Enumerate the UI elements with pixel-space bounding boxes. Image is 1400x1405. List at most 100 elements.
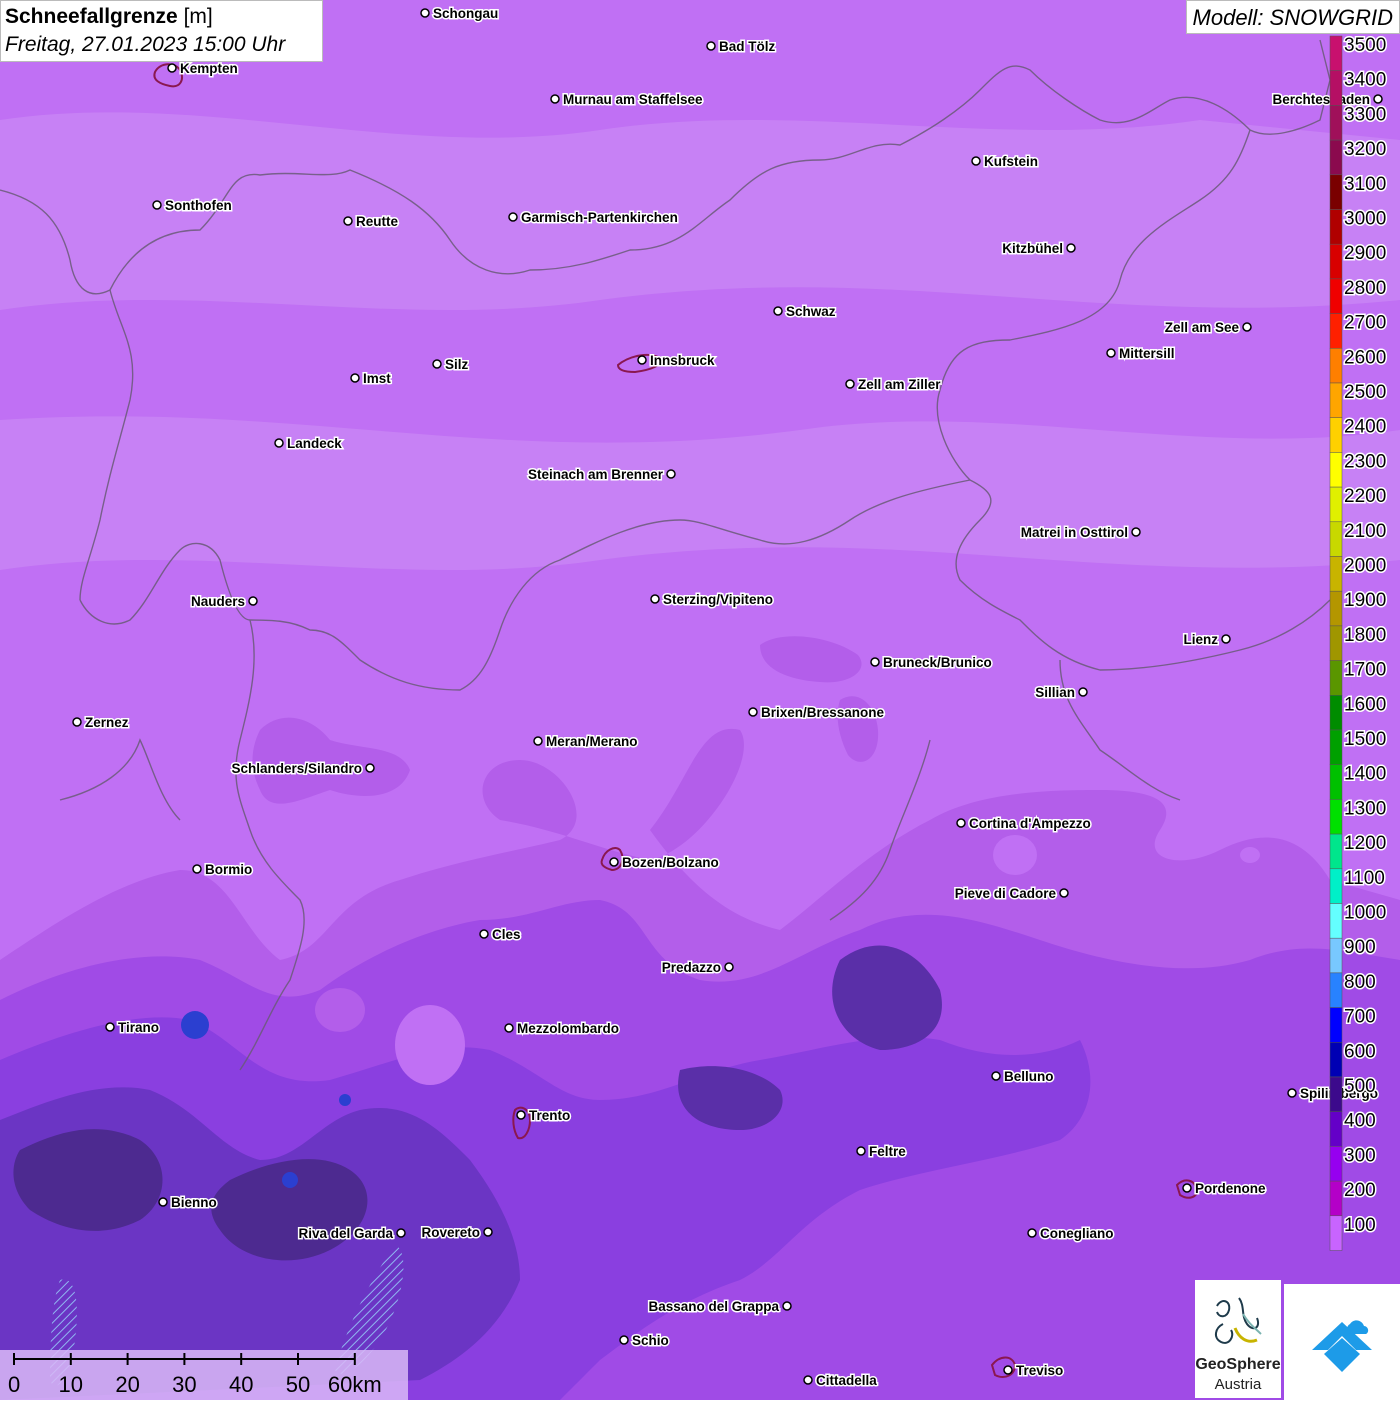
city-dot <box>650 594 660 604</box>
city-garmisch-partenkirchen: Garmisch-Partenkirchen <box>508 209 679 227</box>
city-dot <box>192 864 202 874</box>
legend-swatch-2800 <box>1329 278 1343 314</box>
city-schongau: Schongau <box>420 5 500 23</box>
city-dot <box>508 212 518 222</box>
city-dot <box>856 1146 866 1156</box>
map-datetime: Freitag, 27.01.2023 15:00 Uhr <box>5 33 286 56</box>
scale-label: 60km <box>328 1372 382 1397</box>
city-label: Mezzolombardo <box>517 1021 619 1036</box>
city-label: Schongau <box>433 6 498 21</box>
legend-label-1400: 1400 <box>1344 764 1386 785</box>
legend-label-2800: 2800 <box>1344 278 1386 299</box>
legend-swatch-400 <box>1329 1111 1343 1147</box>
geosphere-line2: Austria <box>1214 1376 1262 1393</box>
legend-swatch-2600 <box>1329 348 1343 384</box>
city-dot <box>1242 322 1252 332</box>
legend-label-2600: 2600 <box>1344 347 1386 368</box>
legend-label-1000: 1000 <box>1344 903 1386 924</box>
legend-swatch-1200 <box>1329 833 1343 870</box>
legend-label-1900: 1900 <box>1344 590 1386 611</box>
city-label: Zell am See <box>1165 320 1240 335</box>
legend-label-3500: 3500 <box>1344 35 1386 56</box>
city-label: Bienno <box>171 1195 217 1210</box>
legend-swatch-3500 <box>1329 35 1343 71</box>
geosphere-line1: GeoSphere <box>1195 1356 1281 1373</box>
city-dot <box>479 929 489 939</box>
city-label: Lienz <box>1183 632 1218 647</box>
scale-label: 20 <box>115 1372 139 1397</box>
legend-swatch-2400 <box>1329 417 1343 453</box>
city-label: Tirano <box>118 1020 159 1035</box>
legend-label-2500: 2500 <box>1344 382 1386 403</box>
city-dot <box>1131 527 1141 537</box>
legend-label-400: 400 <box>1344 1111 1376 1132</box>
city-dot <box>350 373 360 383</box>
city-label: Trento <box>529 1108 570 1123</box>
legend-swatch-2500 <box>1329 382 1343 418</box>
legend-label-1500: 1500 <box>1344 729 1386 750</box>
city-dot <box>956 818 966 828</box>
city-dot <box>533 736 543 746</box>
geosphere-emblem-icon <box>1215 1297 1262 1344</box>
city-dot <box>105 1022 115 1032</box>
legend-swatch-300 <box>1329 1146 1343 1182</box>
city-dot <box>1373 94 1383 104</box>
city-dot <box>609 857 619 867</box>
city-dot <box>1106 348 1116 358</box>
legend-label-1200: 1200 <box>1344 833 1386 854</box>
city-dot <box>870 657 880 667</box>
legend-label-500: 500 <box>1344 1076 1376 1097</box>
model-label: Modell: SNOWGRID <box>1185 0 1400 34</box>
legend-swatch-1800 <box>1329 625 1343 661</box>
legend-swatch-1500 <box>1329 729 1343 765</box>
legend-swatch-200 <box>1329 1180 1343 1217</box>
city-dot <box>637 355 647 365</box>
legend-label-2300: 2300 <box>1344 451 1386 472</box>
city-zell-am-ziller: Zell am Ziller <box>845 376 943 394</box>
legend-label-2000: 2000 <box>1344 556 1386 577</box>
snow-mountain-icon <box>1312 1320 1372 1372</box>
city-label: Treviso <box>1016 1363 1063 1378</box>
city-dot <box>1221 634 1231 644</box>
city-label: Sterzing/Vipiteno <box>663 592 773 607</box>
city-pieve-di-cadore: Pieve di Cadore <box>953 885 1069 903</box>
legend-swatch-600 <box>1329 1042 1343 1078</box>
city-dot <box>782 1301 792 1311</box>
city-dot <box>1059 888 1069 898</box>
city-dot <box>152 200 162 210</box>
city-matrei-in-osttirol: Matrei in Osttirol <box>1019 524 1141 542</box>
scale-bar: 0 10 20 30 40 50 60km <box>0 1350 408 1400</box>
legend-swatch-1600 <box>1329 695 1343 731</box>
city-dot <box>343 216 353 226</box>
legend-swatch-700 <box>1329 1007 1343 1043</box>
scale-label: 0 <box>8 1372 20 1397</box>
legend-label-3300: 3300 <box>1344 104 1386 125</box>
legend-label-2900: 2900 <box>1344 243 1386 264</box>
city-steinach-am-brenner: Steinach am Brenner <box>526 466 676 484</box>
city-dot <box>158 1197 168 1207</box>
legend-swatch-3300 <box>1329 105 1343 141</box>
city-dot <box>991 1071 1001 1081</box>
legend-label-3200: 3200 <box>1344 139 1386 160</box>
city-dot <box>516 1110 526 1120</box>
city-dot <box>504 1023 514 1033</box>
city-label: Nauders <box>191 594 245 609</box>
legend-swatch-900 <box>1329 937 1343 974</box>
legend-label-900: 900 <box>1344 937 1376 958</box>
city-label: Innsbruck <box>650 353 715 368</box>
city-schlanders-silandro: Schlanders/Silandro <box>230 760 375 778</box>
city-label: Cortina d'Ampezzo <box>969 816 1091 831</box>
legend-label-1600: 1600 <box>1344 694 1386 715</box>
city-label: Silz <box>445 357 469 372</box>
city-label: Cittadella <box>816 1373 877 1388</box>
legend-swatch-3000 <box>1329 209 1343 245</box>
city-dot <box>72 717 82 727</box>
city-dot <box>1003 1365 1013 1375</box>
city-meran-merano: Meran/Merano <box>533 733 639 751</box>
city-label: Kitzbühel <box>1002 241 1063 256</box>
legend-swatch-1300 <box>1329 799 1343 835</box>
snowfall-limit-map[interactable]: Schongau Bad Tölz Kempten Murnau am Staffel… <box>0 0 1400 1400</box>
city-label: Zernez <box>85 715 129 730</box>
city-label: Schio <box>632 1333 669 1348</box>
city-dot <box>724 962 734 972</box>
